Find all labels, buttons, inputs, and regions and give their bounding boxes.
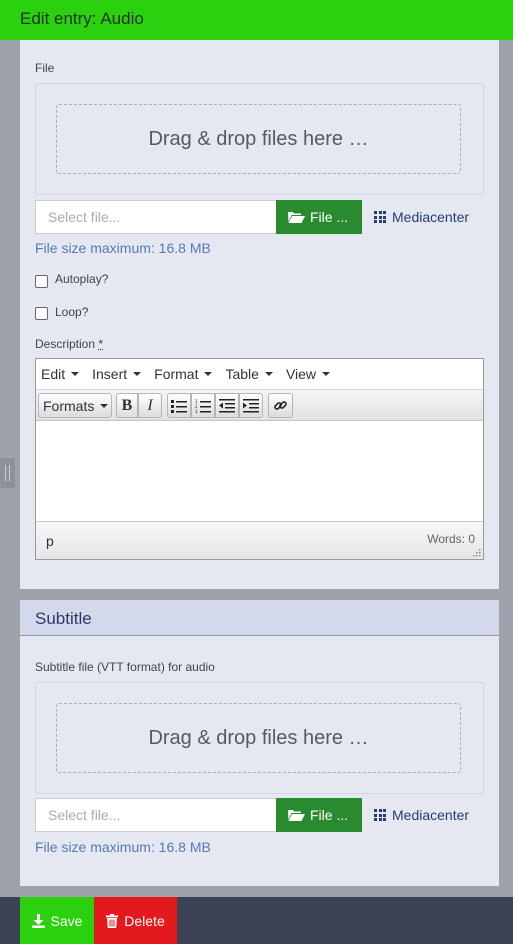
menu-edit[interactable]: Edit [36,366,84,382]
delete-label: Delete [124,912,165,929]
subtitle-select-input[interactable]: Select file... [35,798,277,832]
subtitle-dropzone[interactable]: Drag & drop files here … [35,682,484,794]
subtitle-file-browse-label: File ... [310,807,349,823]
file-size-note: File size maximum: 16.8 MB [35,240,211,256]
trash-icon [106,913,119,928]
editor-toolbar: Formats B I 1 2 3 [36,390,483,421]
italic-button[interactable]: I [138,393,162,418]
subtitle-section-title: Subtitle [35,609,92,628]
bold-button[interactable]: B [116,393,138,418]
subtitle-panel: Subtitle Subtitle file (VTT format) for … [20,600,499,886]
bullet-list-button[interactable] [167,393,191,418]
file-label: File [35,61,55,75]
link-icon [274,401,287,410]
mediacenter-button[interactable]: Mediacenter [362,200,484,234]
audio-entry-panel: File Drag & drop files here … Select fil… [20,40,499,589]
save-label: Save [50,912,83,929]
description-label-text: Description [35,337,96,351]
subtitle-dropzone-text: Drag & drop files here … [56,703,461,773]
required-mark: * [98,337,104,351]
file-browse-button[interactable]: File ... [276,200,362,234]
mediacenter-label: Mediacenter [392,209,470,225]
editor-statusbar: p Words: 0 [36,521,483,559]
description-label: Description * [35,337,103,351]
delete-button[interactable]: Delete [94,897,177,944]
download-icon [31,913,45,928]
loop-label: Loop? [55,305,89,319]
top-bar: Edit entry: Audio [0,0,513,40]
footer-bar: Save Delete [0,897,513,944]
formats-label: Formats [43,397,95,414]
sidebar-drag-handle[interactable] [0,458,15,488]
link-button[interactable] [268,393,293,418]
subtitle-mediacenter-label: Mediacenter [392,807,470,823]
menu-view[interactable]: View [281,366,335,382]
subtitle-file-label: Subtitle file (VTT format) for audio [35,660,215,674]
page-title: Edit entry: Audio [20,9,144,28]
bold-icon: B [121,396,133,414]
autoplay-checkbox[interactable] [35,275,48,288]
italic-icon: I [147,396,153,414]
menu-format[interactable]: Format [149,366,217,382]
file-dropzone[interactable]: Drag & drop files here … [35,83,484,195]
rich-text-editor: Edit Insert Format Table View Formats B … [35,358,484,560]
caret-down-icon [322,372,331,376]
caret-down-icon [100,403,109,408]
menu-table[interactable]: Table [220,366,277,382]
file-browse-label: File ... [310,209,349,225]
folder-open-icon [288,212,305,223]
loop-checkbox[interactable] [35,307,48,320]
menu-format-label: Format [154,366,199,382]
outdent-icon [219,398,235,412]
menu-insert-label: Insert [92,366,128,382]
caret-down-icon [133,372,142,376]
caret-down-icon [264,372,273,376]
bullet-list-icon [171,399,187,413]
autoplay-label: Autoplay? [55,272,109,286]
subtitle-section-header: Subtitle [20,600,499,636]
subtitle-size-note: File size maximum: 16.8 MB [35,839,211,855]
menu-table-label: Table [225,366,259,382]
grid-icon [374,211,386,223]
element-path[interactable]: p [46,533,54,549]
caret-down-icon [204,372,213,376]
resize-grip-icon[interactable] [472,548,481,557]
indent-button[interactable] [239,393,263,418]
numbered-list-button[interactable]: 1 2 3 [191,393,215,418]
formats-dropdown[interactable]: Formats [38,393,112,418]
description-textarea[interactable] [36,421,483,521]
editor-menubar: Edit Insert Format Table View [36,359,483,390]
menu-view-label: View [285,366,317,382]
svg-text:3: 3 [195,409,198,413]
grid-icon [374,809,386,821]
caret-down-icon [71,372,80,376]
dropzone-text: Drag & drop files here … [56,104,461,174]
indent-icon [243,398,259,412]
save-button[interactable]: Save [20,897,94,944]
menu-edit-label: Edit [41,366,66,382]
word-count: Words: 0 [427,532,475,546]
menu-insert[interactable]: Insert [87,366,146,382]
outdent-button[interactable] [215,393,239,418]
file-select-input[interactable]: Select file... [35,200,277,234]
subtitle-mediacenter-button[interactable]: Mediacenter [362,798,484,832]
subtitle-file-browse-button[interactable]: File ... [276,798,362,832]
folder-open-icon [288,810,305,821]
numbered-list-icon: 1 2 3 [195,399,211,413]
